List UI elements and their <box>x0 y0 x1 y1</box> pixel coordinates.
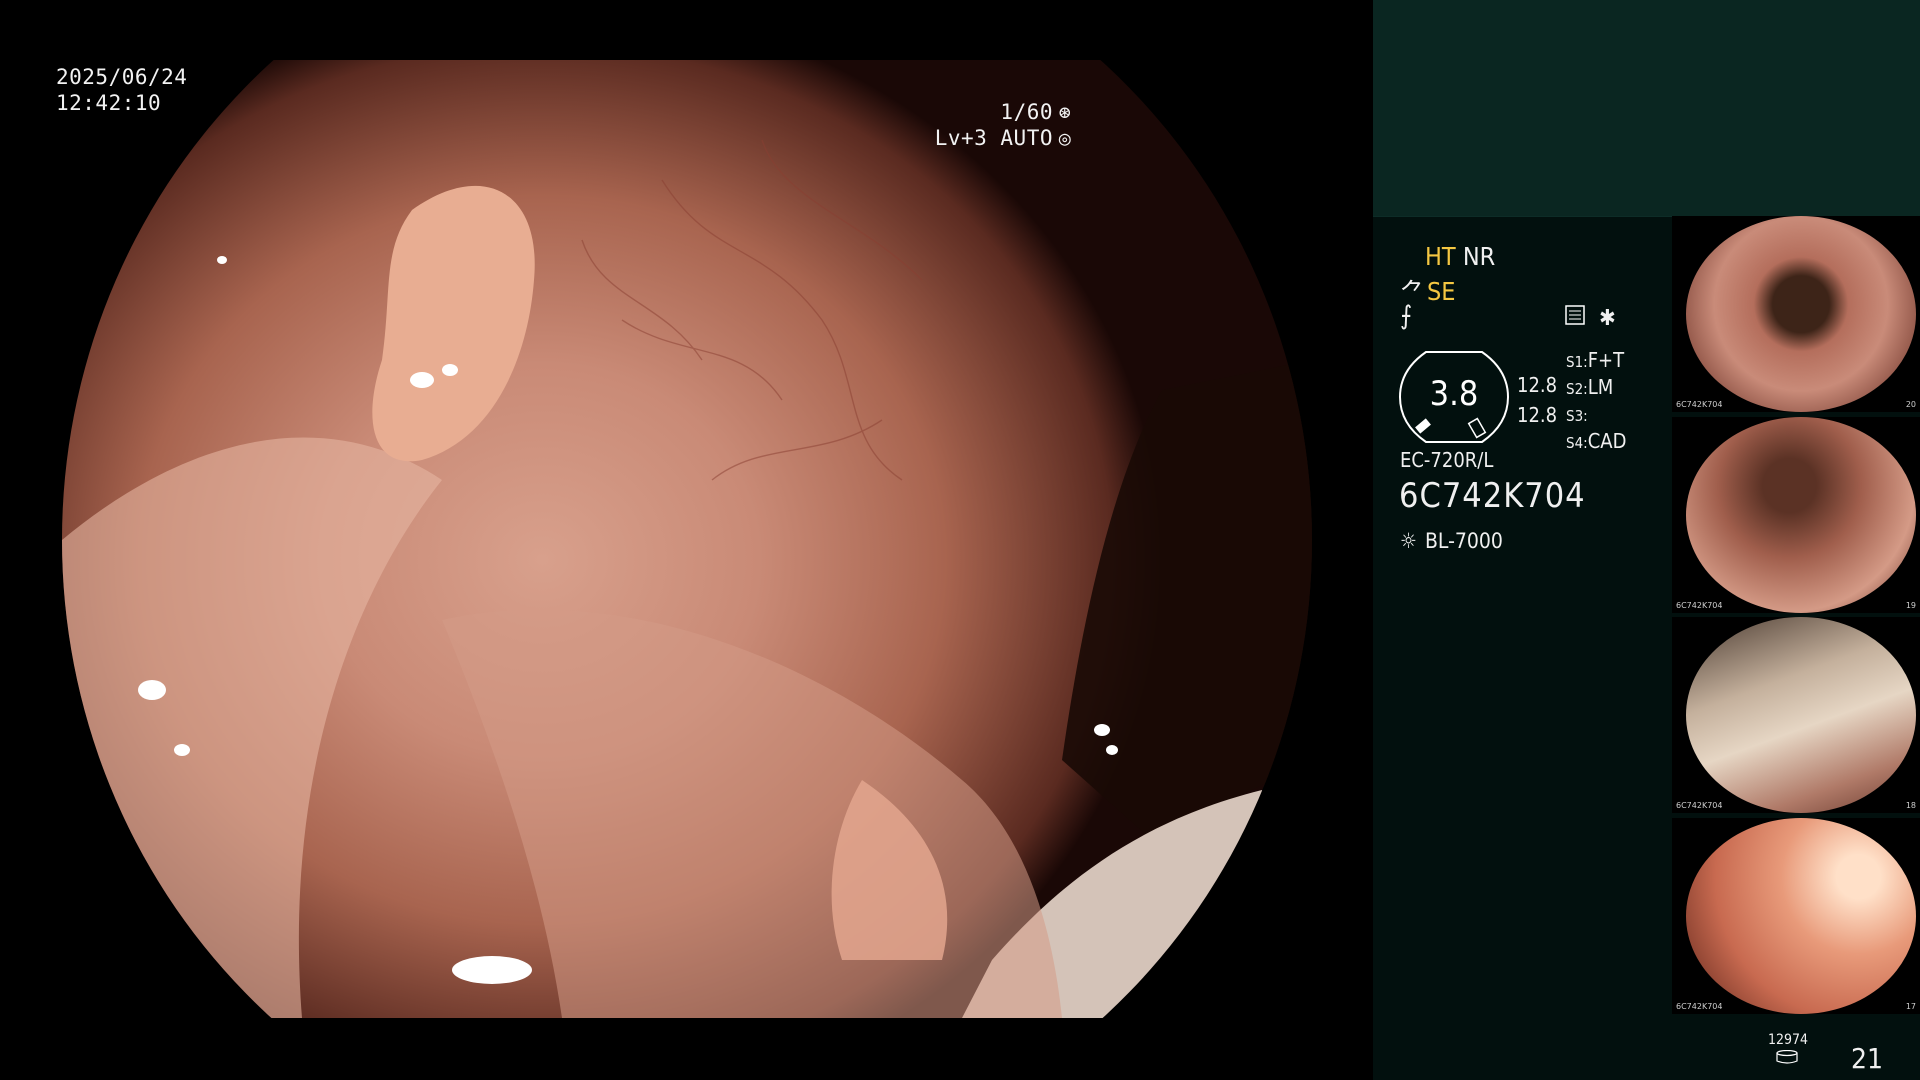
captured-thumbnail[interactable]: 6C742K704 18 <box>1672 617 1920 813</box>
endoscope-image <box>62 60 1312 1018</box>
aperture-icon: ⊛ <box>1058 100 1072 124</box>
timestamp: 2025/06/24 12:42:10 <box>56 64 187 116</box>
thumbnail-index: 20 <box>1905 400 1916 409</box>
thumbnail-caption: 6C742K704 <box>1676 400 1723 409</box>
setting-row: S3: <box>1566 407 1588 425</box>
asterisk-icon: ✱ <box>1599 305 1616 331</box>
image-count: 21 <box>1851 1042 1884 1075</box>
captured-thumbnail[interactable]: 6C742K704 19 <box>1672 417 1920 613</box>
lamp-icon: ☼ <box>1400 529 1417 553</box>
thumbnail-image <box>1686 818 1916 1014</box>
thumbnail-caption: 6C742K704 <box>1676 801 1723 810</box>
filter-icon: ⨍ <box>1400 301 1413 331</box>
shutter-speed: 1/60 ⊛ <box>935 99 1075 125</box>
shutter-text: 1/60 <box>1000 100 1053 124</box>
thumbnail-image <box>1686 216 1916 412</box>
date-text: 2025/06/24 <box>56 65 188 89</box>
thumbnail-caption: 6C742K704 <box>1676 601 1723 610</box>
light-source: ☼ BL-7000 <box>1400 529 1503 553</box>
thumbnail-image <box>1686 417 1916 613</box>
mode-icons: ✱ <box>1565 305 1616 331</box>
enhancement-modes: HT NR <box>1425 242 1495 271</box>
storage-counter: 12974 <box>1768 1032 1809 1048</box>
iris-icon: ◎ <box>1058 126 1072 150</box>
iris-level: Lv+3 AUTO ◎ <box>935 125 1075 151</box>
captured-thumbnail[interactable]: 6C742K704 20 <box>1672 216 1920 412</box>
thumbnail-caption: 6C742K704 <box>1676 1002 1723 1011</box>
panel-header-area <box>1373 0 1920 217</box>
se-label: SE <box>1427 276 1456 306</box>
gauge-lower: 12.8 <box>1517 403 1558 427</box>
scope-serial: 6C742K704 <box>1399 476 1586 516</box>
setting-row: S2:LM <box>1566 375 1614 399</box>
thumbnail-image <box>1686 617 1916 813</box>
database-icon <box>1776 1050 1798 1064</box>
switch-settings: S1:F+T S2:LM S3: S4:CAD <box>1566 348 1626 456</box>
gauge-value: 3.8 <box>1429 374 1479 414</box>
gauge-readings: 12.8 12.8 <box>1517 370 1557 430</box>
status-panel: HT NR ⺈ SE ⨍ ✱ 3.8 12.8 12.8 S1:F+T S2:L… <box>1373 0 1920 1080</box>
menu-list-icon <box>1565 305 1585 331</box>
captured-thumbnail[interactable]: 6C742K704 17 <box>1672 818 1920 1014</box>
exposure-readout: 1/60 ⊛ Lv+3 AUTO ◎ <box>935 99 1075 151</box>
time-text: 12:42:10 <box>56 91 162 115</box>
ht-label: HT <box>1425 242 1456 271</box>
mucosa-illustration <box>62 139 1312 1018</box>
thumbnail-index: 18 <box>1905 801 1916 810</box>
setting-row: S4:CAD <box>1566 429 1627 453</box>
thumbnail-index: 17 <box>1905 1002 1916 1011</box>
scope-model: EC-720R/L <box>1400 448 1494 472</box>
lamp-model: BL-7000 <box>1424 529 1503 553</box>
setting-row: S1:F+T <box>1566 348 1625 372</box>
gauge-upper: 12.8 <box>1517 373 1558 397</box>
iris-text: Lv+3 AUTO <box>934 126 1053 150</box>
nr-label: NR <box>1462 242 1496 271</box>
thumbnail-index: 19 <box>1905 601 1916 610</box>
endoscope-view: 2025/06/24 12:42:10 1/60 ⊛ Lv+3 AUTO ◎ <box>0 0 1372 1080</box>
